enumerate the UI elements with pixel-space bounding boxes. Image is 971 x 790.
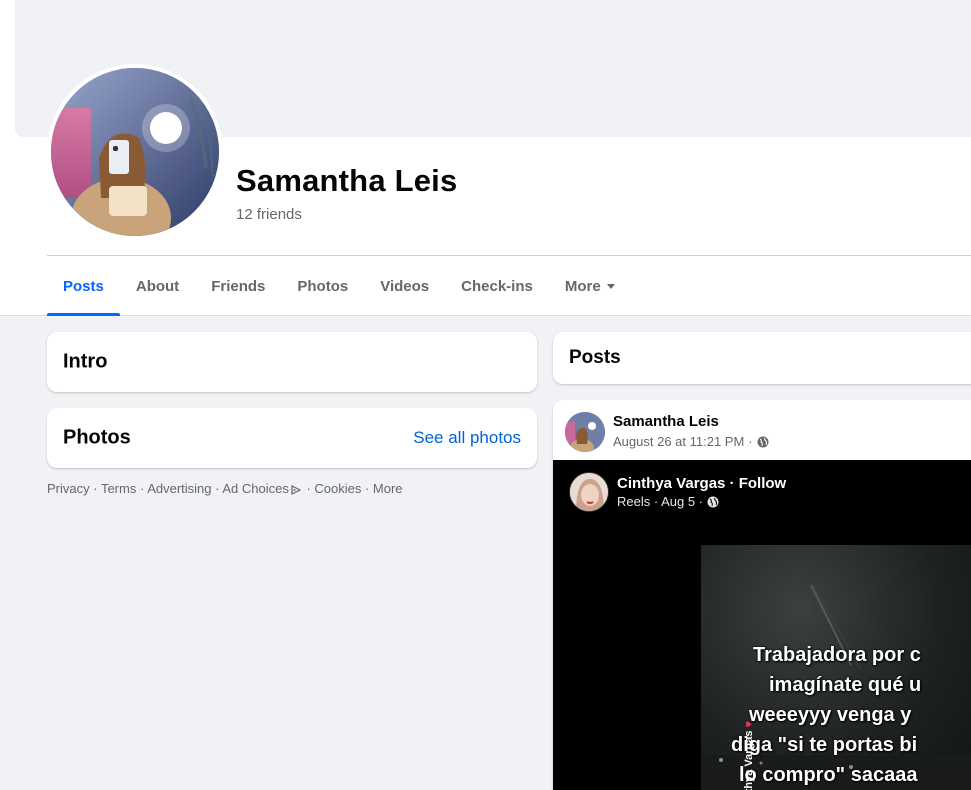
caption-line: weeeyyy venga y xyxy=(749,704,912,726)
caret-down-icon xyxy=(606,283,615,289)
post-author-avatar[interactable] xyxy=(565,412,605,452)
tab-friends[interactable]: Friends xyxy=(195,256,281,316)
avatar-thumbnail-icon xyxy=(565,412,605,452)
posts-header-card: Posts xyxy=(553,332,971,384)
ad-choices-icon xyxy=(291,485,302,495)
tab-posts[interactable]: Posts xyxy=(47,256,120,316)
intro-title: Intro xyxy=(63,350,108,373)
posts-title: Posts xyxy=(569,347,621,368)
shared-reel[interactable]: Cinthya Vargas · Follow Reels · Aug 5 · xyxy=(553,460,971,790)
tab-check-ins[interactable]: Check-ins xyxy=(445,256,549,316)
footer-links: Privacy · Terms · Advertising · Ad Choic… xyxy=(47,481,537,497)
intro-card: Intro xyxy=(47,332,537,392)
globe-icon xyxy=(757,436,769,447)
caption-line: diga "si te portas bi xyxy=(731,734,918,756)
shared-meta-text: Reels · Aug 5 · xyxy=(617,494,703,509)
ad-choices-link[interactable]: Ad Choices xyxy=(222,481,288,496)
cookies-link[interactable]: Cookies xyxy=(314,481,361,496)
tab-photos-label: Photos xyxy=(297,277,349,295)
meta-dot: · xyxy=(748,434,753,449)
caption-line: Trabajadora por c xyxy=(753,644,921,666)
globe-icon xyxy=(707,496,719,507)
post-meta: August 26 at 11:21 PM · xyxy=(613,434,769,449)
profile-header: Samantha Leis 12 friends Posts About Fri… xyxy=(0,0,971,316)
footer-separator: · xyxy=(302,481,315,496)
tab-more[interactable]: More xyxy=(549,256,631,316)
caption-line: lo compro" sacaaa xyxy=(739,764,918,786)
tab-about[interactable]: About xyxy=(120,256,195,316)
tab-photos[interactable]: Photos xyxy=(281,256,364,316)
tab-more-label: More xyxy=(564,277,601,295)
footer-separator: · xyxy=(89,481,101,496)
tab-posts-label: Posts xyxy=(63,277,104,295)
terms-link[interactable]: Terms xyxy=(101,481,136,496)
lips-icon: ♥ xyxy=(743,720,755,728)
profile-picture-image xyxy=(51,68,219,236)
privacy-link[interactable]: Privacy xyxy=(47,481,90,496)
see-all-photos-link[interactable]: See all photos xyxy=(413,428,521,448)
profile-name: Samantha Leis xyxy=(236,163,458,198)
post-card: Samantha Leis August 26 at 11:21 PM · Ci… xyxy=(553,400,971,790)
more-link[interactable]: More xyxy=(373,481,403,496)
caption-line: imagínate qué u xyxy=(769,674,922,696)
profile-picture[interactable] xyxy=(47,64,223,240)
photos-title[interactable]: Photos xyxy=(63,427,131,450)
post-author-name[interactable]: Samantha Leis xyxy=(613,413,719,430)
footer-separator: · xyxy=(136,481,148,496)
profile-page: Samantha Leis 12 friends Posts About Fri… xyxy=(0,0,971,790)
footer-separator: · xyxy=(361,481,373,496)
watermark-label: Cinthya Vargas xyxy=(743,730,755,790)
shared-meta: Reels · Aug 5 · xyxy=(617,494,719,509)
tab-friends-label: Friends xyxy=(211,277,266,295)
reel-watermark: Cinthya Vargas ♥ xyxy=(741,670,761,790)
footer-separator: · xyxy=(211,481,223,496)
photos-card: Photos See all photos xyxy=(47,408,537,468)
shared-avatar-thumbnail-icon xyxy=(570,473,608,511)
tab-check-ins-label: Check-ins xyxy=(461,277,533,295)
tab-about-label: About xyxy=(135,277,180,295)
profile-photo-illustration xyxy=(51,68,219,236)
profile-tabs: Posts About Friends Photos Videos Check-… xyxy=(47,256,631,316)
watermark-text: Cinthya Vargas ♥ xyxy=(743,721,755,790)
shared-author-follow[interactable]: Cinthya Vargas · Follow xyxy=(617,475,786,492)
friend-count[interactable]: 12 friends xyxy=(236,206,302,223)
post-timestamp[interactable]: August 26 at 11:21 PM xyxy=(613,434,744,449)
shared-author-avatar[interactable] xyxy=(569,472,609,512)
tab-videos[interactable]: Videos xyxy=(364,256,445,316)
reel-caption: Trabajadora por c imagínate qué u weeeyy… xyxy=(731,640,971,790)
tab-videos-label: Videos xyxy=(380,277,430,295)
advertising-link[interactable]: Advertising xyxy=(147,481,211,496)
